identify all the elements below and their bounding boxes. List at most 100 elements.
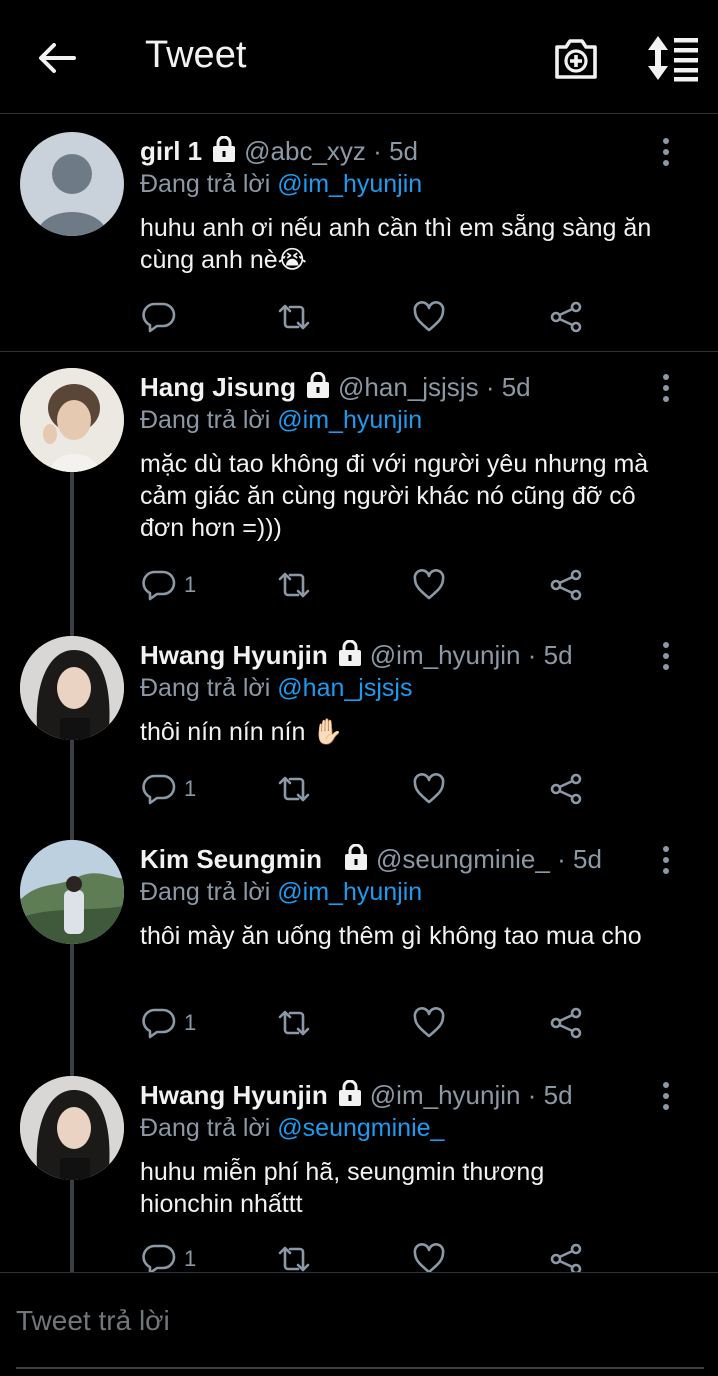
like-button[interactable]: [412, 1242, 446, 1272]
share-button[interactable]: [548, 300, 584, 334]
profile-photo: [20, 368, 124, 472]
mention-link[interactable]: @im_hyunjin: [277, 878, 422, 906]
user-handle[interactable]: @im_hyunjin: [370, 1080, 521, 1110]
display-name[interactable]: Hwang Hyunjin: [140, 640, 328, 670]
sort-icon[interactable]: [644, 34, 700, 82]
tweet-text: mặc dù tao không đi với người yêu nhưng …: [140, 450, 649, 542]
share-button[interactable]: [548, 1242, 584, 1272]
share-icon: [550, 1007, 582, 1039]
more-options-icon[interactable]: [652, 844, 680, 878]
tweet[interactable]: Hwang Hyunjin @im_hyunjin · 5d Đang trả l…: [0, 1060, 718, 1272]
tweet-header: Hwang Hyunjin @im_hyunjin · 5d: [140, 1080, 573, 1114]
avatar[interactable]: [20, 1076, 124, 1180]
reply-icon: [142, 570, 176, 601]
thread-line: [70, 1060, 74, 1076]
replying-label: Đang trả lời: [140, 170, 271, 198]
reply-button[interactable]: 1: [142, 568, 196, 602]
avatar[interactable]: [20, 840, 124, 944]
like-button[interactable]: [412, 568, 446, 602]
more-options-icon[interactable]: [652, 136, 680, 170]
lock-icon: [338, 1080, 361, 1106]
replying-label: Đang trả lời: [140, 878, 271, 906]
separator-dot: ·: [527, 640, 537, 670]
retweet-button[interactable]: [276, 300, 312, 334]
lock-icon: [338, 640, 361, 666]
share-button[interactable]: [548, 568, 584, 602]
retweet-button[interactable]: [276, 1242, 312, 1272]
reply-button[interactable]: 1: [142, 772, 196, 806]
default-avatar-icon: [36, 154, 108, 236]
more-options-icon[interactable]: [652, 640, 680, 674]
separator-dot: ·: [485, 372, 495, 402]
tweet[interactable]: Hang Jisung @han_jsjsjs · 5d Đang trả lời…: [0, 352, 718, 620]
separator-dot: ·: [557, 844, 566, 874]
tweet-text: huhu anh ơi nếu anh cần thì em sẵng sàng…: [140, 214, 652, 274]
tweet-text: thôi mày ăn uống thêm gì không tao mua c…: [140, 922, 642, 950]
add-photo-icon[interactable]: [552, 34, 600, 82]
retweet-button[interactable]: [276, 1006, 312, 1040]
retweet-icon: [278, 572, 310, 598]
mention-link[interactable]: @im_hyunjin: [277, 406, 422, 434]
user-handle[interactable]: @han_jsjsjs: [338, 372, 479, 402]
user-handle[interactable]: @abc_xyz: [244, 136, 366, 166]
heart-icon: [413, 569, 445, 600]
retweet-icon: [278, 1010, 310, 1036]
like-button[interactable]: [412, 300, 446, 334]
display-name[interactable]: Hwang Hyunjin: [140, 1080, 328, 1110]
share-icon: [550, 773, 582, 805]
avatar[interactable]: [20, 636, 124, 740]
tweet[interactable]: girl 1 @abc_xyz · 5d Đang trả lời @im_hyu…: [0, 114, 718, 352]
user-handle[interactable]: @im_hyunjin: [370, 640, 521, 670]
tweet[interactable]: Kim Seungmin @seungminie_ · 5d Đang trả l…: [0, 824, 718, 1060]
timestamp: 5d: [572, 844, 602, 874]
reply-count: 1: [184, 572, 197, 597]
user-handle[interactable]: @seungminie_: [376, 844, 550, 874]
replying-to: Đang trả lời @im_hyunjin: [140, 878, 422, 907]
reply-icon: [142, 1244, 176, 1272]
thread-line: [70, 620, 74, 636]
retweet-button[interactable]: [276, 568, 312, 602]
display-name[interactable]: girl 1: [140, 136, 202, 166]
arrow-left-icon[interactable]: [34, 36, 78, 80]
heart-icon: [413, 1007, 445, 1038]
replying-to: Đang trả lời @han_jsjsjs: [140, 674, 412, 703]
separator-dot: ·: [373, 136, 382, 166]
share-icon: [550, 569, 582, 601]
thread-line: [70, 470, 74, 620]
more-options-icon[interactable]: [652, 372, 680, 406]
thread-line: [70, 738, 74, 824]
share-button[interactable]: [548, 1006, 584, 1040]
retweet-icon: [278, 776, 310, 802]
separator-dot: ·: [527, 1080, 537, 1110]
display-name[interactable]: Kim Seungmin: [140, 844, 322, 874]
mention-link[interactable]: @han_jsjsjs: [277, 674, 412, 702]
lock-icon: [307, 372, 330, 398]
lock-icon: [345, 844, 368, 870]
mention-link[interactable]: @seungminie_: [277, 1114, 444, 1142]
reply-button[interactable]: 1: [142, 1242, 196, 1272]
reply-compose-bar: Tweet trả lời: [0, 1272, 718, 1376]
tweet-header: girl 1 @abc_xyz · 5d: [140, 136, 418, 170]
heart-icon: [413, 773, 445, 804]
avatar[interactable]: [20, 368, 124, 472]
like-button[interactable]: [412, 1006, 446, 1040]
avatar[interactable]: [20, 132, 124, 236]
profile-photo: [20, 1076, 124, 1180]
tweet-header: Kim Seungmin @seungminie_ · 5d: [140, 844, 602, 878]
reply-icon: [142, 1008, 176, 1039]
like-button[interactable]: [412, 772, 446, 806]
tweet[interactable]: Hwang Hyunjin @im_hyunjin · 5d Đang trả l…: [0, 620, 718, 824]
retweet-button[interactable]: [276, 772, 312, 806]
heart-icon: [413, 301, 445, 332]
tweet-header: Hang Jisung @han_jsjsjs · 5d: [140, 372, 531, 406]
replying-label: Đang trả lời: [140, 674, 271, 702]
reply-button[interactable]: 1: [142, 1006, 196, 1040]
reply-input[interactable]: Tweet trả lời: [16, 1301, 704, 1369]
mention-link[interactable]: @im_hyunjin: [277, 170, 422, 198]
share-button[interactable]: [548, 772, 584, 806]
display-name[interactable]: Hang Jisung: [140, 372, 296, 402]
page-title: Tweet: [145, 34, 247, 76]
top-bar: Tweet: [0, 0, 718, 114]
reply-button[interactable]: [142, 300, 184, 334]
more-options-icon[interactable]: [652, 1080, 680, 1114]
